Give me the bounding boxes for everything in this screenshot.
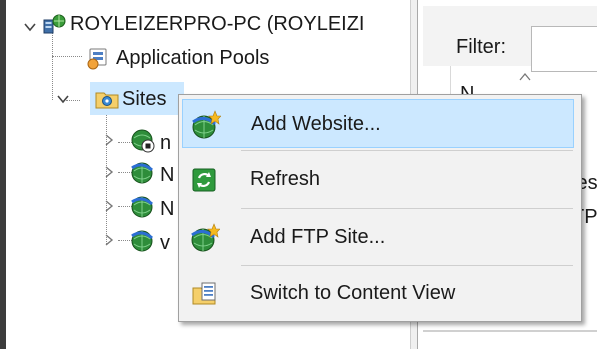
site-label: N xyxy=(160,197,175,220)
filter-label: Filter: xyxy=(456,36,506,58)
tree-connector xyxy=(52,56,53,100)
website-icon xyxy=(131,196,154,218)
chevron-right-icon[interactable] xyxy=(102,199,116,213)
tree-item-site[interactable]: N xyxy=(160,160,174,190)
tree-item-application-pools[interactable]: Application Pools xyxy=(116,43,269,73)
filter-bar: Filter: xyxy=(423,6,597,72)
menu-separator xyxy=(241,265,573,266)
tree-connector xyxy=(52,56,82,57)
site-label: N xyxy=(160,163,175,186)
tree-item-sites[interactable]: Sites xyxy=(122,84,166,114)
application-pools-icon xyxy=(87,48,107,70)
tree-item-server[interactable]: ROYLEIZERPRO-PC (ROYLEIZI xyxy=(70,9,365,39)
server-label: ROYLEIZERPRO-PC (ROYLEIZI xyxy=(70,12,365,35)
pane-bottom-border xyxy=(423,330,597,332)
sort-arrow-icon xyxy=(519,72,531,81)
sites-folder-icon xyxy=(95,92,119,109)
chevron-right-icon[interactable] xyxy=(102,165,116,179)
menu-separator xyxy=(241,208,573,209)
menu-item-label: Add FTP Site... xyxy=(250,226,386,248)
refresh-icon xyxy=(192,168,216,192)
menu-separator xyxy=(241,150,573,151)
website-icon xyxy=(131,230,154,252)
chevron-right-icon[interactable] xyxy=(102,133,116,147)
sites-label: Sites xyxy=(122,87,167,110)
tree-item-site[interactable]: v xyxy=(160,228,170,258)
content-view-icon xyxy=(192,282,216,305)
menu-item-refresh[interactable]: Refresh xyxy=(182,155,574,204)
tree-item-site[interactable]: N xyxy=(160,194,174,224)
menu-item-label: Refresh xyxy=(250,168,321,190)
website-icon xyxy=(131,162,154,184)
chevron-down-icon[interactable] xyxy=(23,20,37,34)
menu-item-add-website[interactable]: Add Website... xyxy=(182,99,574,148)
tree-item-site[interactable]: n xyxy=(160,128,171,158)
chevron-right-icon[interactable] xyxy=(102,233,116,247)
menu-item-switch-to-content-view[interactable]: Switch to Content View xyxy=(182,269,574,318)
context-menu: Add Website... Refresh Add FTP Site... S… xyxy=(178,94,582,322)
website-stopped-icon xyxy=(131,129,155,153)
chevron-down-icon[interactable] xyxy=(56,92,70,106)
add-website-globe-icon xyxy=(192,110,221,139)
site-label: v xyxy=(160,231,170,254)
menu-item-add-ftp-site[interactable]: Add FTP Site... xyxy=(182,213,574,262)
menu-item-label: Add Website... xyxy=(251,113,381,135)
application-pools-label: Application Pools xyxy=(116,46,270,69)
add-ftp-globe-icon xyxy=(191,223,220,252)
server-icon xyxy=(43,14,66,34)
site-label: n xyxy=(160,131,172,154)
menu-item-label: Switch to Content View xyxy=(250,282,456,304)
